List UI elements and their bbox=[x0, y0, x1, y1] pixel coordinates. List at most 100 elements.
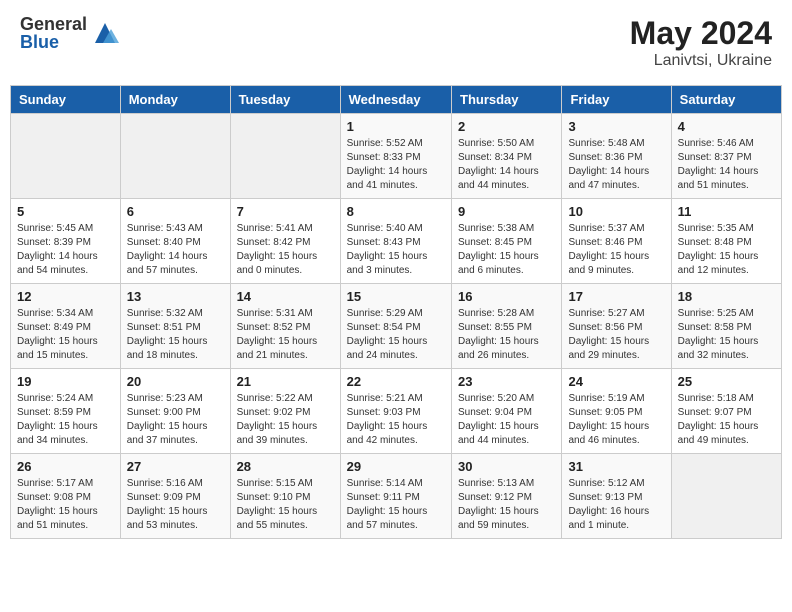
day-info: Sunrise: 5:22 AM Sunset: 9:02 PM Dayligh… bbox=[237, 392, 334, 448]
calendar-cell: 21 Sunrise: 5:22 AM Sunset: 9:02 PM Dayli… bbox=[230, 369, 340, 454]
location: Lanivtsi, Ukraine bbox=[630, 52, 772, 70]
weekday-header: Sunday bbox=[11, 86, 121, 114]
calendar-cell: 5 Sunrise: 5:45 AM Sunset: 8:39 PM Daylig… bbox=[11, 199, 121, 284]
day-info: Sunrise: 5:17 AM Sunset: 9:08 PM Dayligh… bbox=[17, 477, 114, 533]
calendar-cell: 14 Sunrise: 5:31 AM Sunset: 8:52 PM Dayli… bbox=[230, 284, 340, 369]
calendar-week-row: 5 Sunrise: 5:45 AM Sunset: 8:39 PM Daylig… bbox=[11, 199, 782, 284]
calendar-cell bbox=[230, 114, 340, 199]
calendar-cell: 31 Sunrise: 5:12 AM Sunset: 9:13 PM Dayli… bbox=[562, 454, 671, 539]
logo-blue: Blue bbox=[20, 33, 87, 51]
day-number: 26 bbox=[17, 459, 114, 474]
day-info: Sunrise: 5:38 AM Sunset: 8:45 PM Dayligh… bbox=[458, 222, 555, 278]
calendar-cell: 11Sunrise: 5:35 AM Sunset: 8:48 PM Dayli… bbox=[671, 199, 781, 284]
logo-general: General bbox=[20, 15, 87, 33]
weekday-header: Friday bbox=[562, 86, 671, 114]
day-number: 12 bbox=[17, 289, 114, 304]
day-number: 18 bbox=[678, 289, 775, 304]
calendar-cell: 6Sunrise: 5:43 AM Sunset: 8:40 PM Daylig… bbox=[120, 199, 230, 284]
day-number: 9 bbox=[458, 204, 555, 219]
calendar-cell bbox=[11, 114, 121, 199]
weekday-header: Tuesday bbox=[230, 86, 340, 114]
calendar-header-row: SundayMondayTuesdayWednesdayThursdayFrid… bbox=[11, 86, 782, 114]
day-info: Sunrise: 5:35 AM Sunset: 8:48 PM Dayligh… bbox=[678, 222, 775, 278]
day-info: Sunrise: 5:12 AM Sunset: 9:13 PM Dayligh… bbox=[568, 477, 664, 533]
day-number: 28 bbox=[237, 459, 334, 474]
day-number: 21 bbox=[237, 374, 334, 389]
day-info: Sunrise: 5:46 AM Sunset: 8:37 PM Dayligh… bbox=[678, 137, 775, 193]
day-number: 10 bbox=[568, 204, 664, 219]
day-info: Sunrise: 5:24 AM Sunset: 8:59 PM Dayligh… bbox=[17, 392, 114, 448]
calendar-cell: 8 Sunrise: 5:40 AM Sunset: 8:43 PM Daylig… bbox=[340, 199, 451, 284]
calendar-cell: 23Sunrise: 5:20 AM Sunset: 9:04 PM Dayli… bbox=[452, 369, 562, 454]
day-info: Sunrise: 5:31 AM Sunset: 8:52 PM Dayligh… bbox=[237, 307, 334, 363]
day-info: Sunrise: 5:48 AM Sunset: 8:36 PM Dayligh… bbox=[568, 137, 664, 193]
calendar-cell: 3 Sunrise: 5:48 AM Sunset: 8:36 PM Daylig… bbox=[562, 114, 671, 199]
calendar-cell: 29 Sunrise: 5:14 AM Sunset: 9:11 PM Dayli… bbox=[340, 454, 451, 539]
day-info: Sunrise: 5:34 AM Sunset: 8:49 PM Dayligh… bbox=[17, 307, 114, 363]
day-info: Sunrise: 5:19 AM Sunset: 9:05 PM Dayligh… bbox=[568, 392, 664, 448]
day-number: 3 bbox=[568, 119, 664, 134]
day-info: Sunrise: 5:27 AM Sunset: 8:56 PM Dayligh… bbox=[568, 307, 664, 363]
calendar-cell: 22Sunrise: 5:21 AM Sunset: 9:03 PM Dayli… bbox=[340, 369, 451, 454]
calendar-cell: 17 Sunrise: 5:27 AM Sunset: 8:56 PM Dayli… bbox=[562, 284, 671, 369]
day-number: 14 bbox=[237, 289, 334, 304]
day-info: Sunrise: 5:14 AM Sunset: 9:11 PM Dayligh… bbox=[347, 477, 445, 533]
calendar-cell: 27 Sunrise: 5:16 AM Sunset: 9:09 PM Dayli… bbox=[120, 454, 230, 539]
calendar-week-row: 26 Sunrise: 5:17 AM Sunset: 9:08 PM Dayli… bbox=[11, 454, 782, 539]
day-info: Sunrise: 5:16 AM Sunset: 9:09 PM Dayligh… bbox=[127, 477, 224, 533]
day-info: Sunrise: 5:41 AM Sunset: 8:42 PM Dayligh… bbox=[237, 222, 334, 278]
day-number: 20 bbox=[127, 374, 224, 389]
day-number: 1 bbox=[347, 119, 445, 134]
day-info: Sunrise: 5:13 AM Sunset: 9:12 PM Dayligh… bbox=[458, 477, 555, 533]
day-info: Sunrise: 5:37 AM Sunset: 8:46 PM Dayligh… bbox=[568, 222, 664, 278]
calendar-cell: 26 Sunrise: 5:17 AM Sunset: 9:08 PM Dayli… bbox=[11, 454, 121, 539]
calendar-cell: 9 Sunrise: 5:38 AM Sunset: 8:45 PM Daylig… bbox=[452, 199, 562, 284]
title-block: May 2024 Lanivtsi, Ukraine bbox=[630, 15, 772, 70]
weekday-header: Wednesday bbox=[340, 86, 451, 114]
day-number: 8 bbox=[347, 204, 445, 219]
calendar-week-row: 1 Sunrise: 5:52 AM Sunset: 8:33 PM Daylig… bbox=[11, 114, 782, 199]
day-number: 19 bbox=[17, 374, 114, 389]
weekday-header: Thursday bbox=[452, 86, 562, 114]
calendar-week-row: 19 Sunrise: 5:24 AM Sunset: 8:59 PM Dayli… bbox=[11, 369, 782, 454]
day-info: Sunrise: 5:28 AM Sunset: 8:55 PM Dayligh… bbox=[458, 307, 555, 363]
calendar-cell: 28 Sunrise: 5:15 AM Sunset: 9:10 PM Dayli… bbox=[230, 454, 340, 539]
day-number: 4 bbox=[678, 119, 775, 134]
day-number: 25 bbox=[678, 374, 775, 389]
day-number: 23 bbox=[458, 374, 555, 389]
calendar-cell: 16 Sunrise: 5:28 AM Sunset: 8:55 PM Dayli… bbox=[452, 284, 562, 369]
day-info: Sunrise: 5:52 AM Sunset: 8:33 PM Dayligh… bbox=[347, 137, 445, 193]
day-number: 16 bbox=[458, 289, 555, 304]
day-number: 31 bbox=[568, 459, 664, 474]
day-info: Sunrise: 5:32 AM Sunset: 8:51 PM Dayligh… bbox=[127, 307, 224, 363]
day-number: 5 bbox=[17, 204, 114, 219]
calendar-cell: 19 Sunrise: 5:24 AM Sunset: 8:59 PM Dayli… bbox=[11, 369, 121, 454]
day-info: Sunrise: 5:45 AM Sunset: 8:39 PM Dayligh… bbox=[17, 222, 114, 278]
calendar-cell: 13 Sunrise: 5:32 AM Sunset: 8:51 PM Dayli… bbox=[120, 284, 230, 369]
weekday-header: Monday bbox=[120, 86, 230, 114]
calendar-cell: 10 Sunrise: 5:37 AM Sunset: 8:46 PM Dayli… bbox=[562, 199, 671, 284]
calendar-cell: 25 Sunrise: 5:18 AM Sunset: 9:07 PM Dayli… bbox=[671, 369, 781, 454]
day-number: 2 bbox=[458, 119, 555, 134]
day-info: Sunrise: 5:40 AM Sunset: 8:43 PM Dayligh… bbox=[347, 222, 445, 278]
month-year: May 2024 bbox=[630, 15, 772, 52]
logo: General Blue bbox=[20, 15, 119, 51]
day-info: Sunrise: 5:18 AM Sunset: 9:07 PM Dayligh… bbox=[678, 392, 775, 448]
day-number: 30 bbox=[458, 459, 555, 474]
day-number: 27 bbox=[127, 459, 224, 474]
calendar-cell bbox=[671, 454, 781, 539]
calendar-cell: 24Sunrise: 5:19 AM Sunset: 9:05 PM Dayli… bbox=[562, 369, 671, 454]
day-number: 13 bbox=[127, 289, 224, 304]
calendar-table: SundayMondayTuesdayWednesdayThursdayFrid… bbox=[10, 85, 782, 539]
day-number: 15 bbox=[347, 289, 445, 304]
day-number: 7 bbox=[237, 204, 334, 219]
calendar-cell: 30 Sunrise: 5:13 AM Sunset: 9:12 PM Dayli… bbox=[452, 454, 562, 539]
day-number: 22 bbox=[347, 374, 445, 389]
calendar-cell bbox=[120, 114, 230, 199]
day-info: Sunrise: 5:25 AM Sunset: 8:58 PM Dayligh… bbox=[678, 307, 775, 363]
day-info: Sunrise: 5:15 AM Sunset: 9:10 PM Dayligh… bbox=[237, 477, 334, 533]
day-number: 29 bbox=[347, 459, 445, 474]
weekday-header: Saturday bbox=[671, 86, 781, 114]
calendar-cell: 20Sunrise: 5:23 AM Sunset: 9:00 PM Dayli… bbox=[120, 369, 230, 454]
day-number: 17 bbox=[568, 289, 664, 304]
